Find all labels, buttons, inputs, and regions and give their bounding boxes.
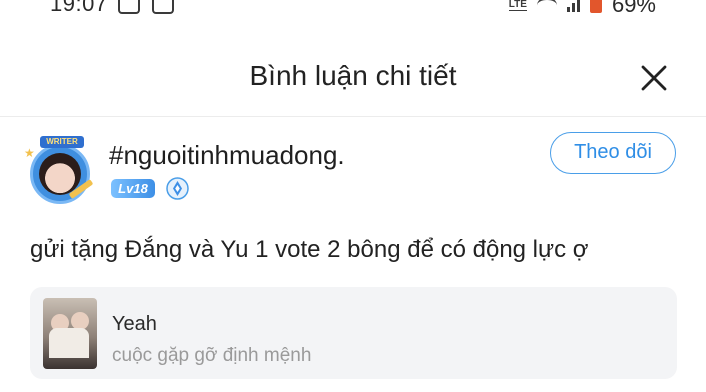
battery-icon: [589, 0, 602, 13]
status-time: 19:07: [50, 0, 108, 16]
story-thumbnail: [43, 298, 97, 369]
avatar-image: [30, 144, 90, 204]
notification-icon: [118, 0, 140, 14]
close-button[interactable]: [638, 62, 670, 94]
close-icon: [641, 65, 667, 91]
star-icon: ★: [24, 146, 35, 160]
story-subtitle: cuộc gặp gỡ định mệnh: [112, 345, 312, 366]
avatar-frame-badge: WRITER: [40, 136, 84, 148]
level-badge: Lv18: [111, 179, 155, 198]
gallery-icon: [152, 0, 174, 14]
wifi-icon: [537, 0, 557, 14]
avatar[interactable]: WRITER ★: [24, 136, 100, 212]
signal-icon: [566, 0, 580, 12]
battery-percentage: 69%: [611, 0, 656, 17]
verified-badge-icon: [166, 177, 189, 200]
lte-indicator: LTE: [508, 0, 527, 11]
header-bar: Bình luận chi tiết: [0, 40, 706, 116]
follow-button[interactable]: Theo dõi: [550, 132, 676, 174]
comment-username[interactable]: #nguoitinhmuadong.: [109, 140, 345, 171]
story-title: Yeah: [112, 313, 157, 335]
comment-text: gửi tặng Đắng và Yu 1 vote 2 bông để có …: [30, 236, 589, 263]
status-bar: 19:07 LTE 69%: [0, 0, 706, 18]
status-indicators: LTE 69%: [508, 0, 656, 18]
page-title: Bình luận chi tiết: [249, 60, 457, 91]
quoted-story-card[interactable]: Yeah cuộc gặp gỡ định mệnh: [30, 287, 677, 379]
header-divider: [0, 116, 706, 117]
